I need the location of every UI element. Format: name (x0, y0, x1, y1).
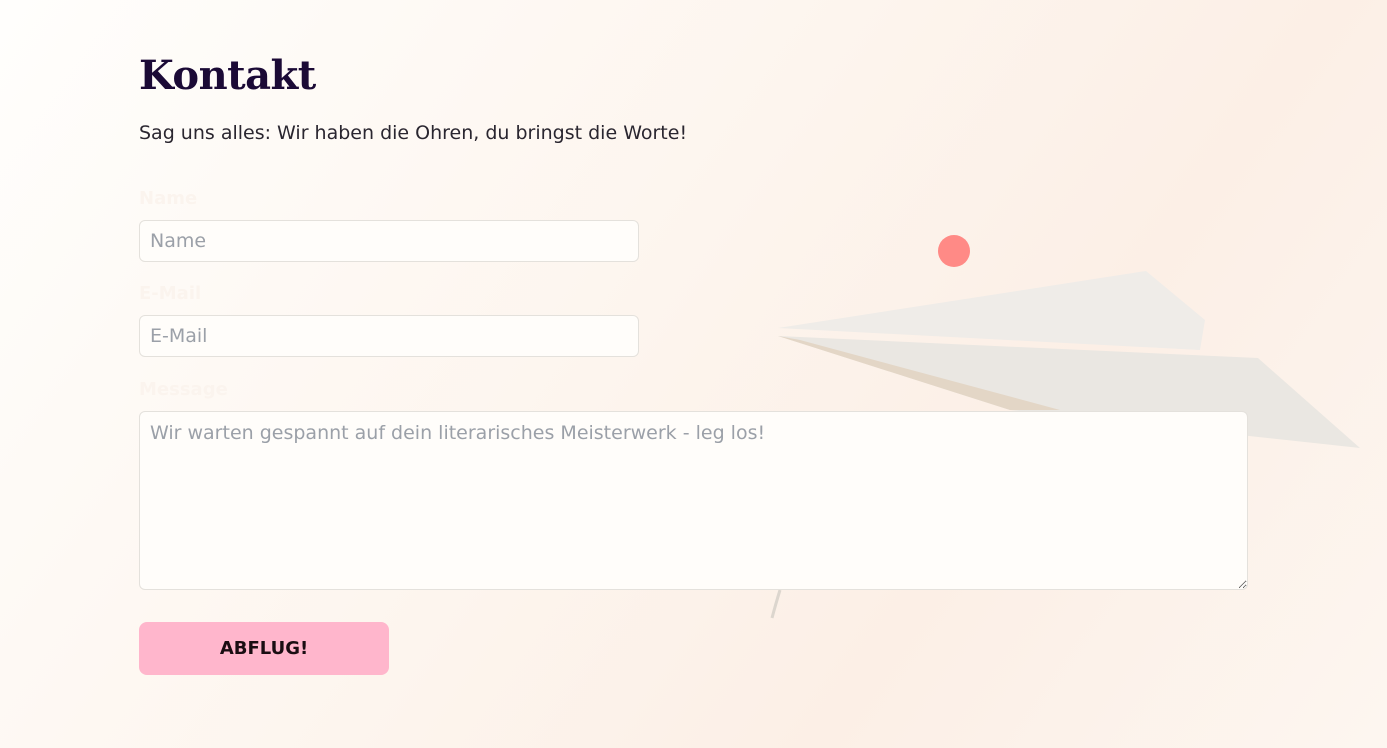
red-dot-icon (938, 235, 970, 267)
message-textarea[interactable] (139, 411, 1248, 590)
email-input[interactable] (139, 315, 639, 357)
page-title: Kontakt (139, 52, 316, 99)
page-subtitle: Sag uns alles: Wir haben die Ohren, du b… (139, 122, 688, 144)
message-label: Message (139, 379, 228, 400)
submit-button[interactable]: ABFLUG! (139, 622, 389, 675)
email-label: E-Mail (139, 283, 202, 304)
paper-plane-icon (778, 271, 1205, 350)
name-label: Name (139, 188, 198, 209)
name-input[interactable] (139, 220, 639, 262)
